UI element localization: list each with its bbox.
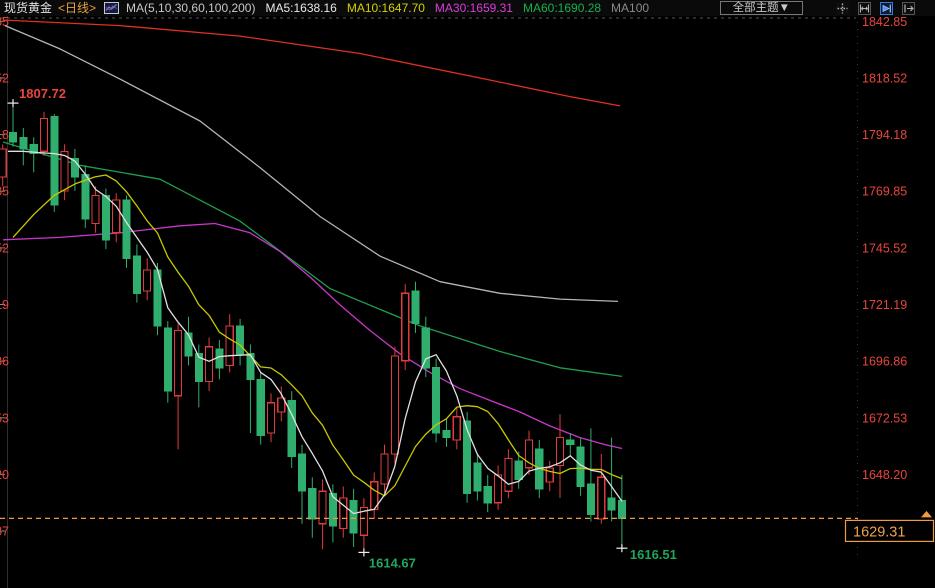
axis-adjust-icon[interactable] bbox=[858, 2, 871, 15]
crosshair-icon[interactable] bbox=[836, 2, 849, 15]
candle-body bbox=[546, 468, 553, 482]
candle-body bbox=[391, 356, 398, 454]
period-label: <日线> bbox=[58, 1, 96, 16]
ma100-label: MA100 bbox=[611, 1, 649, 16]
ma60-value: MA60:1690.28 bbox=[523, 1, 601, 16]
candle-body bbox=[443, 431, 450, 438]
y-axis-label-left-fragment: 1769.85 bbox=[0, 185, 9, 199]
trading-chart-window: 1842.851842.851818.521818.521794.181794.… bbox=[0, 0, 935, 588]
candle-body bbox=[51, 116, 58, 204]
candle-body bbox=[133, 256, 140, 293]
candle-body bbox=[567, 440, 574, 445]
y-axis-label-left-fragment: 1672.53 bbox=[0, 411, 9, 425]
candle-body bbox=[237, 326, 244, 354]
candle-body bbox=[41, 119, 48, 152]
y-axis-label: 1794.18 bbox=[862, 128, 907, 142]
candle-body bbox=[505, 459, 512, 492]
export-icon[interactable] bbox=[902, 2, 915, 15]
y-axis-label-left-fragment: 1696.86 bbox=[0, 355, 9, 369]
candle-body bbox=[402, 293, 409, 361]
price-annotation: 1614.67 bbox=[369, 555, 416, 570]
candle-body bbox=[618, 501, 625, 519]
candle-body bbox=[515, 461, 522, 480]
candle-body bbox=[102, 196, 109, 240]
ma5-value: MA5:1638.16 bbox=[265, 1, 336, 16]
candle-body bbox=[598, 477, 605, 519]
y-axis-label: 1842.85 bbox=[862, 15, 907, 29]
ma100-line bbox=[5, 26, 618, 302]
ma30-value: MA30:1659.31 bbox=[435, 1, 513, 16]
candle-body bbox=[587, 484, 594, 514]
y-axis-label-left-fragment: 1721.19 bbox=[0, 298, 9, 312]
candle-body bbox=[412, 291, 419, 324]
y-axis-label: 1721.19 bbox=[862, 298, 907, 312]
y-axis-label-left-fragment: 1745.52 bbox=[0, 241, 9, 255]
y-axis-label-left-fragment: 1623.87 bbox=[0, 525, 9, 539]
candle-body bbox=[453, 417, 460, 440]
candle-body bbox=[474, 463, 481, 491]
candle-body bbox=[20, 137, 27, 149]
candle-body bbox=[164, 328, 171, 391]
candle-body bbox=[92, 196, 99, 224]
all-themes-dropdown[interactable]: 全部主题▼ bbox=[720, 1, 803, 15]
y-axis-label: 1769.85 bbox=[862, 185, 907, 199]
ma10-value: MA10:1647.70 bbox=[347, 1, 425, 16]
candle-body bbox=[0, 149, 6, 177]
candle-body bbox=[495, 475, 502, 503]
candle-body bbox=[268, 403, 275, 433]
candle-body bbox=[206, 347, 213, 382]
candle-body bbox=[123, 200, 130, 258]
price-annotation: 1616.51 bbox=[630, 547, 677, 562]
price-chart[interactable]: 1842.851842.851818.521818.521794.181794.… bbox=[0, 0, 935, 588]
pointer-tool-icon[interactable] bbox=[880, 2, 893, 15]
candle-body bbox=[608, 498, 615, 510]
ma200-line bbox=[3, 20, 620, 106]
y-axis-label: 1672.53 bbox=[862, 411, 907, 425]
last-price-label: 1629.31 bbox=[853, 524, 905, 540]
y-axis-label-left-fragment: 1794.18 bbox=[0, 128, 9, 142]
ma-group-label: MA(5,10,30,60,100,200) bbox=[126, 1, 255, 16]
candle-body bbox=[484, 487, 491, 503]
y-axis-label-left-fragment: 1648.20 bbox=[0, 468, 9, 482]
y-axis-label-left-fragment: 1818.52 bbox=[0, 71, 9, 85]
candle-body bbox=[175, 331, 182, 396]
candle-body bbox=[10, 133, 17, 142]
candle-body bbox=[299, 454, 306, 491]
candle-body bbox=[216, 349, 223, 368]
y-axis-label: 1745.52 bbox=[862, 241, 907, 255]
candle-body bbox=[144, 270, 151, 291]
candle-body bbox=[226, 326, 233, 366]
candle-body bbox=[309, 489, 316, 519]
ma30-line bbox=[3, 224, 622, 449]
candle-body bbox=[257, 379, 264, 435]
chart-line-icon[interactable] bbox=[104, 2, 120, 14]
candle-body bbox=[350, 501, 357, 534]
y-axis-label: 1818.52 bbox=[862, 71, 907, 85]
y-axis-label: 1648.20 bbox=[862, 468, 907, 482]
symbol-name: 现货黄金 bbox=[4, 1, 52, 16]
candle-body bbox=[464, 421, 471, 493]
chart-header: 现货黄金 <日线> MA(5,10,30,60,100,200) MA5:163… bbox=[0, 0, 935, 16]
candle-body bbox=[113, 200, 120, 233]
last-price-arrow-marker bbox=[921, 511, 932, 518]
candle-body bbox=[381, 454, 388, 484]
price-annotation: 1807.72 bbox=[19, 86, 66, 101]
y-axis-label: 1696.86 bbox=[862, 355, 907, 369]
candle-body bbox=[422, 328, 429, 368]
